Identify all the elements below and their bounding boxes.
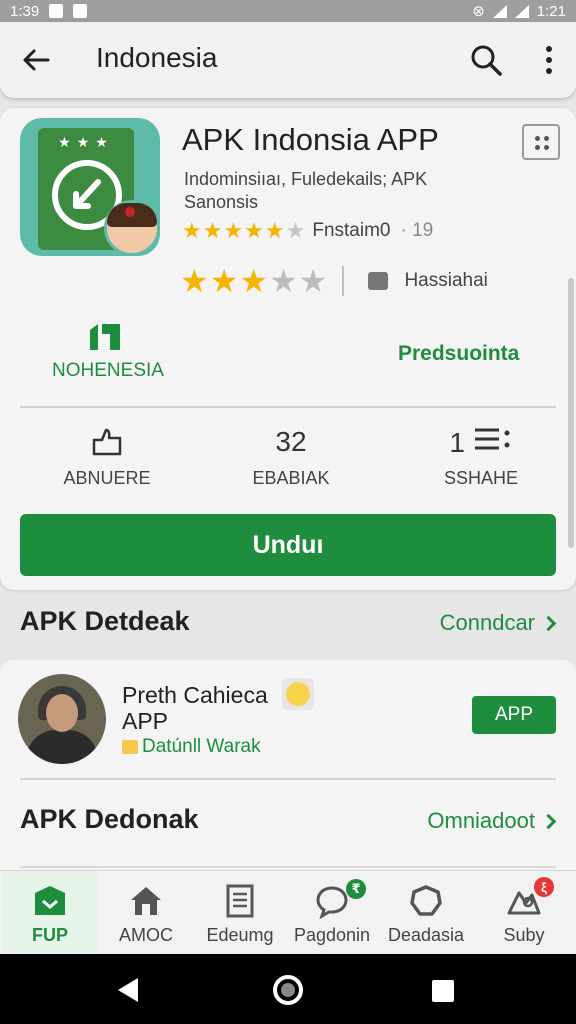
brand-label: NOHENESIA	[52, 360, 164, 381]
nav-item-amoc[interactable]: AMOC	[98, 871, 194, 955]
download-button[interactable]: Unduı	[20, 514, 556, 576]
shield-icon	[410, 885, 442, 916]
app-icon: ★★★	[20, 118, 160, 256]
alarm-icon: ⊗	[472, 3, 485, 20]
stat-count: 32 EBABIAK	[216, 426, 366, 489]
nav-label: AMOC	[119, 925, 173, 945]
section-header: APK Detdeak Conndcar	[0, 592, 576, 656]
nav-label: Deadasia	[387, 925, 465, 945]
divider	[20, 778, 556, 780]
signal-icon	[514, 4, 529, 18]
system-recents-icon[interactable]	[432, 980, 454, 1002]
notification-badge: ξ	[534, 877, 554, 897]
stat-share[interactable]: ABNUERE	[32, 426, 182, 489]
share-icon	[92, 428, 122, 456]
rating-label: Fnstaim0	[312, 220, 391, 241]
app-button[interactable]: APP	[472, 696, 556, 734]
stat-label: ABNUERE	[63, 468, 151, 488]
document-icon	[226, 884, 254, 918]
system-navigation-bar	[0, 954, 576, 1024]
nav-item-edeumg[interactable]: Edeumg	[192, 871, 288, 955]
status-time-left: 1:39	[10, 2, 40, 20]
pred-link[interactable]: Predsuointa	[398, 342, 519, 366]
stat-label: EBABIAK	[252, 468, 330, 488]
tag-icon	[122, 740, 138, 754]
app-bar: Indonesia	[0, 22, 576, 98]
developer-avatar[interactable]	[18, 674, 106, 764]
back-arrow-icon[interactable]	[20, 44, 52, 76]
status-time-right: 1:21	[536, 2, 566, 20]
app-detail-card: ★★★ APK Indonsia APP Indominsiıaı, Fuled…	[0, 108, 576, 590]
store-icon	[35, 886, 65, 915]
section-title: APK Dedonak	[20, 804, 199, 834]
chat-icon	[316, 886, 348, 919]
app-subtitle: Indominsiıaı, Fuledekails; APK Sanonsis	[184, 169, 428, 212]
stat-list[interactable]: 1 SSHAHE	[406, 426, 556, 489]
nav-item-pagdonin[interactable]: ₹ Pagdonin	[284, 871, 380, 955]
developer-name[interactable]: Preth Cahieca APP	[122, 682, 302, 734]
divider	[20, 866, 556, 868]
nav-item-deadasia[interactable]: Deadasia	[378, 871, 474, 955]
app-title: APK Indonsia APP	[182, 122, 439, 157]
category-icon	[368, 272, 389, 290]
brand-logo-icon	[90, 324, 120, 350]
notification-badge: ₹	[346, 879, 366, 899]
divider	[342, 266, 345, 296]
section-link[interactable]: Omniadoot	[427, 808, 557, 834]
section-title: APK Detdeak	[20, 606, 190, 636]
system-back-icon[interactable]	[118, 978, 138, 1002]
nav-item-fup[interactable]: FUP	[2, 871, 98, 955]
notification-icon	[49, 4, 64, 18]
wifi-icon	[492, 4, 507, 18]
mascot-avatar-icon	[104, 200, 160, 256]
page-title: Indonesia	[96, 42, 218, 73]
developer-meta-label: Datúnll Warak	[142, 736, 261, 757]
list-icon	[474, 428, 510, 450]
smiley-emoji-icon	[282, 678, 314, 710]
notification-icon	[73, 4, 88, 18]
section-link[interactable]: Conndcar	[439, 610, 557, 636]
bottom-navigation: FUP AMOC Edeumg ₹ Pagdonin Deadasia ξ Su…	[0, 870, 576, 955]
stat-value: 1	[449, 427, 465, 458]
rating-count: · 19	[400, 220, 434, 241]
nav-label: Edeumg	[206, 925, 274, 945]
category-label: Hassiahai	[404, 270, 488, 291]
rating-stars: ★★★★★	[180, 263, 329, 299]
nav-label: Suby	[503, 925, 545, 945]
more-options-icon[interactable]	[538, 42, 560, 78]
section-link-label: Omniadoot	[427, 808, 535, 833]
grid-menu-button[interactable]	[522, 124, 560, 160]
small-rating-stars: ★★★★★★	[182, 218, 307, 243]
developer-meta: Datúnll Warak	[122, 736, 261, 758]
scrollbar[interactable]	[568, 278, 574, 548]
status-bar: 1:39 ⊗ 1:21	[0, 0, 576, 22]
stars-decoration-icon: ★★★	[58, 134, 114, 150]
chevron-right-icon	[540, 813, 557, 829]
nav-label: FUP	[32, 925, 68, 945]
rating-row: ★★★★★ Hassiahai	[180, 262, 488, 300]
chevron-right-icon	[540, 615, 557, 631]
nav-item-suby[interactable]: ξ Suby	[476, 871, 572, 955]
stat-label: SSHAHE	[443, 468, 519, 488]
nav-label: Pagdonin	[293, 925, 371, 945]
stat-value: 32	[275, 426, 307, 457]
section-link-label: Conndcar	[439, 610, 535, 635]
divider	[20, 406, 556, 408]
search-icon[interactable]	[468, 42, 504, 78]
home-icon	[131, 887, 161, 915]
system-home-icon[interactable]	[273, 975, 303, 1005]
rating-summary: ★★★★★★ Fnstaim0 · 19	[182, 218, 439, 244]
